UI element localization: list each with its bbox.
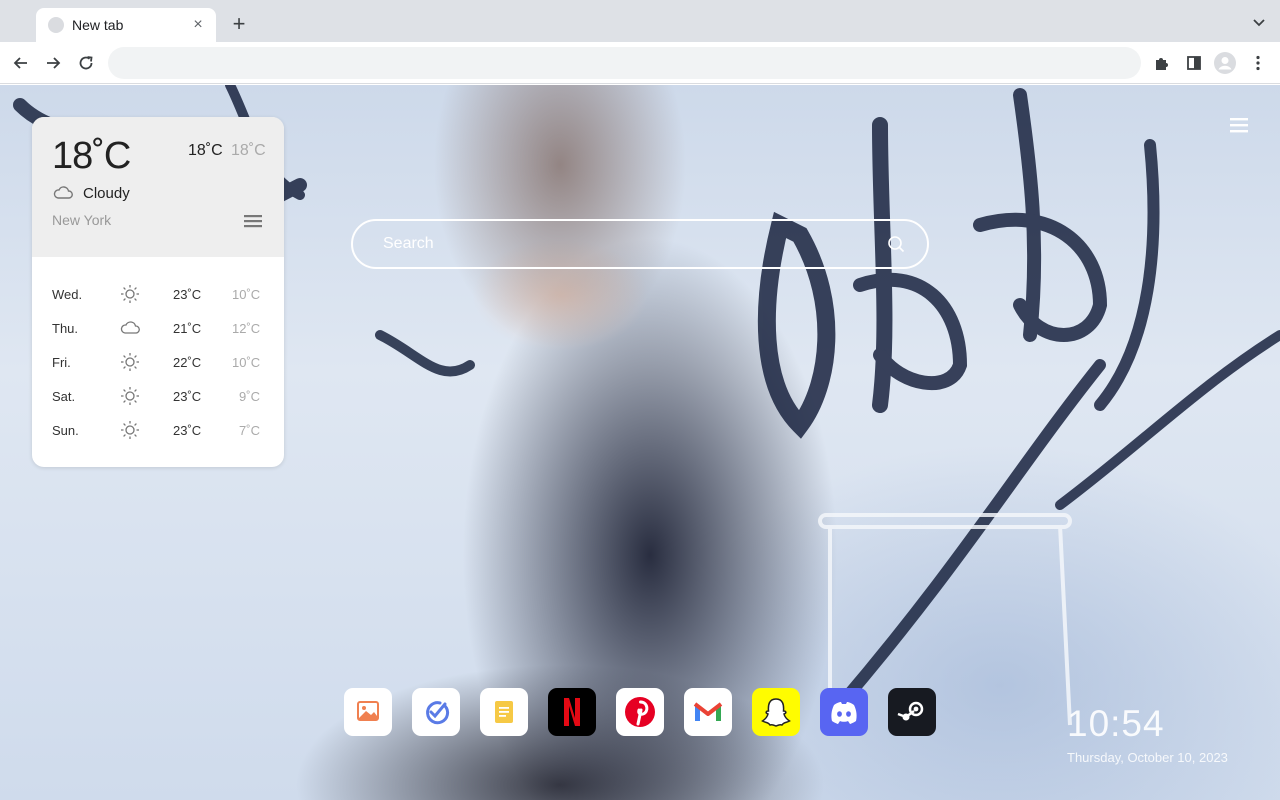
forecast-low: 7˚C: [239, 423, 260, 438]
search-input[interactable]: [383, 221, 863, 267]
notes-app[interactable]: [480, 688, 528, 736]
pinterest-icon: [625, 697, 655, 727]
forecast-low: 9˚C: [239, 389, 260, 404]
snapchat-icon: [761, 698, 791, 727]
weather-menu-icon[interactable]: [243, 213, 263, 229]
weather-condition: Cloudy: [83, 185, 130, 202]
profile-avatar-icon[interactable]: [1214, 52, 1236, 74]
gmail-icon: [693, 702, 723, 721]
discord-app[interactable]: [820, 688, 868, 736]
tab-favicon-icon: [48, 17, 64, 33]
search-icon[interactable]: [887, 235, 905, 253]
address-bar-input[interactable]: [108, 47, 1141, 79]
today-high: 18˚C: [188, 142, 223, 159]
notes-icon: [495, 701, 513, 723]
search-box[interactable]: [351, 219, 929, 269]
new-tab-page: 18˚C 18˚C 18˚C Cloudy New York Wed. 23˚C 1…: [0, 85, 1280, 800]
forecast-high: 23˚C: [173, 423, 202, 438]
forecast-high: 22˚C: [173, 355, 202, 370]
weather-city: New York: [52, 212, 112, 228]
weather-widget[interactable]: 18˚C 18˚C 18˚C Cloudy New York Wed. 23˚C 1…: [32, 117, 284, 467]
forecast-row: Wed. 23˚C 10˚C: [32, 277, 284, 311]
forecast-low: 10˚C: [232, 287, 261, 302]
forecast-row: Sat. 23˚C 9˚C: [32, 379, 284, 413]
forecast-row: Thu. 21˚C 12˚C: [32, 311, 284, 345]
gmail-app[interactable]: [684, 688, 732, 736]
chevron-down-icon[interactable]: [1250, 13, 1268, 31]
more-vert-icon[interactable]: [1247, 52, 1269, 74]
forecast-high: 23˚C: [173, 287, 202, 302]
weather-forecast: Wed. 23˚C 10˚C Thu. 21˚C 12˚C Fri. 22˚C 10˚C Sat.…: [32, 277, 284, 447]
cloud-icon: [120, 321, 140, 334]
forecast-day: Thu.: [52, 321, 79, 336]
todo-icon: [426, 701, 450, 725]
new-tab-button[interactable]: +: [228, 13, 250, 35]
side-panel-icon[interactable]: [1183, 52, 1205, 74]
forecast-low: 10˚C: [232, 355, 261, 370]
sun-icon: [121, 421, 139, 439]
forecast-day: Fri.: [52, 355, 71, 370]
pinterest-app[interactable]: [616, 688, 664, 736]
reload-icon[interactable]: [75, 52, 97, 74]
forecast-high: 23˚C: [173, 389, 202, 404]
forward-arrow-icon[interactable]: [42, 52, 64, 74]
today-low: 18˚C: [231, 142, 266, 159]
tab-close-button[interactable]: ×: [190, 17, 206, 33]
gallery-icon: [357, 701, 379, 721]
forecast-row: Fri. 22˚C 10˚C: [32, 345, 284, 379]
menu-icon[interactable]: [1229, 116, 1249, 134]
discord-icon: [831, 702, 857, 724]
forecast-day: Sun.: [52, 423, 79, 438]
extensions-puzzle-icon[interactable]: [1151, 52, 1173, 74]
forecast-day: Wed.: [52, 287, 83, 302]
current-temperature: 18˚C: [52, 135, 131, 177]
forecast-low: 12˚C: [232, 321, 261, 336]
todo-app[interactable]: [412, 688, 460, 736]
steam-app[interactable]: [888, 688, 936, 736]
browser-toolbar: [0, 42, 1280, 84]
cloud-icon: [53, 186, 73, 199]
sun-icon: [121, 353, 139, 371]
sun-icon: [121, 285, 139, 303]
snapchat-app[interactable]: [752, 688, 800, 736]
forecast-row: Sun. 23˚C 7˚C: [32, 413, 284, 447]
weather-current: 18˚C 18˚C 18˚C Cloudy New York: [32, 117, 284, 257]
tab-title: New tab: [72, 17, 124, 33]
clock-time: 10:54: [1067, 703, 1165, 744]
tab-strip: New tab × +: [0, 0, 1280, 42]
gallery-app[interactable]: [344, 688, 392, 736]
netflix-app[interactable]: [548, 688, 596, 736]
sun-icon: [121, 387, 139, 405]
steam-icon: [897, 701, 924, 721]
tab-new-tab[interactable]: New tab ×: [36, 8, 216, 42]
netflix-icon: [564, 698, 580, 726]
forecast-day: Sat.: [52, 389, 76, 404]
back-arrow-icon[interactable]: [10, 52, 32, 74]
forecast-high: 21˚C: [173, 321, 202, 336]
clock-date: Thursday, October 10, 2023: [1067, 750, 1228, 765]
